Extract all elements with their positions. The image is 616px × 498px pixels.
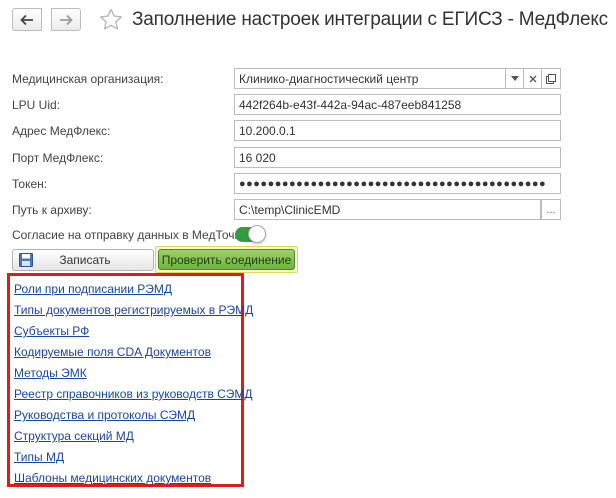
port-label: Порт МедФлекс: — [12, 151, 104, 165]
token-field[interactable]: ●●●●●●●●●●●●●●●●●●●●●●●●●●●●●●●●●●●●●●●●… — [234, 173, 561, 194]
link-md-types[interactable]: Типы МД — [14, 450, 64, 464]
link-remd-roles[interactable]: Роли при подписании РЭМД — [14, 282, 172, 296]
link-remd-doc-types[interactable]: Типы документов регистрируемых в РЭМД — [14, 303, 253, 317]
link-semd-registry[interactable]: Реестр справочников из руководств СЭМД — [14, 387, 252, 401]
port-field[interactable]: 16 020 — [234, 147, 561, 168]
open-window-icon — [546, 73, 556, 84]
floppy-disk-icon — [19, 253, 33, 267]
close-icon — [529, 75, 536, 82]
caret-down-icon — [510, 76, 519, 81]
link-cda-fields[interactable]: Кодируемые поля CDA Документов — [14, 345, 211, 359]
lpu-field[interactable]: 442f264b-e43f-442a-94ac-487eeb841258 — [234, 94, 561, 115]
address-value: 10.200.0.1 — [239, 123, 296, 138]
star-icon[interactable] — [98, 7, 124, 33]
org-dropdown-button[interactable] — [505, 68, 524, 89]
page-title: Заполнение настроек интеграции с ЕГИСЗ -… — [132, 9, 608, 30]
arrow-left-icon — [20, 14, 33, 25]
back-button[interactable] — [12, 8, 42, 31]
address-field[interactable]: 10.200.0.1 — [234, 120, 561, 141]
org-label: Медицинская организация: — [12, 72, 164, 86]
link-semd-guides[interactable]: Руководства и протоколы СЭМД — [14, 408, 195, 422]
check-connection-focus-frame: Проверить соединение — [155, 246, 298, 273]
org-value: Клинико-диагностический центр — [239, 71, 419, 86]
org-clear-button[interactable] — [523, 68, 542, 89]
archive-label: Путь к архиву: — [12, 203, 92, 217]
link-med-doc-templates[interactable]: Шаблоны медицинских документов — [14, 471, 211, 485]
toggle-knob — [248, 225, 266, 243]
lpu-label: LPU Uid: — [12, 98, 61, 112]
link-md-sections[interactable]: Структура секций МД — [14, 429, 134, 443]
forward-button[interactable] — [51, 8, 81, 31]
token-label: Токен: — [12, 177, 48, 191]
archive-browse-button[interactable]: ... — [541, 199, 561, 220]
org-field[interactable]: Клинико-диагностический центр — [234, 68, 506, 89]
token-value: ●●●●●●●●●●●●●●●●●●●●●●●●●●●●●●●●●●●●●●●●… — [239, 177, 547, 190]
consent-label: Согласие на отправку данных в МедТочка: — [12, 228, 251, 242]
links-panel: Роли при подписании РЭМД Типы документов… — [7, 273, 253, 487]
port-value: 16 020 — [239, 150, 276, 165]
address-label: Адрес МедФлекс: — [12, 124, 111, 138]
org-open-button[interactable] — [541, 68, 561, 89]
save-button-label: Записать — [59, 253, 111, 267]
arrow-right-icon — [60, 14, 73, 25]
archive-value: C:\temp\ClinicEMD — [239, 202, 341, 217]
check-connection-button[interactable]: Проверить соединение — [158, 249, 295, 270]
link-emk-methods[interactable]: Методы ЭМК — [14, 366, 87, 380]
lpu-value: 442f264b-e43f-442a-94ac-487eeb841258 — [239, 97, 462, 112]
consent-toggle[interactable] — [235, 225, 266, 243]
link-rf-subjects[interactable]: Субъекты РФ — [14, 324, 89, 338]
save-button[interactable]: Записать — [12, 249, 154, 271]
archive-field[interactable]: C:\temp\ClinicEMD — [234, 199, 541, 220]
